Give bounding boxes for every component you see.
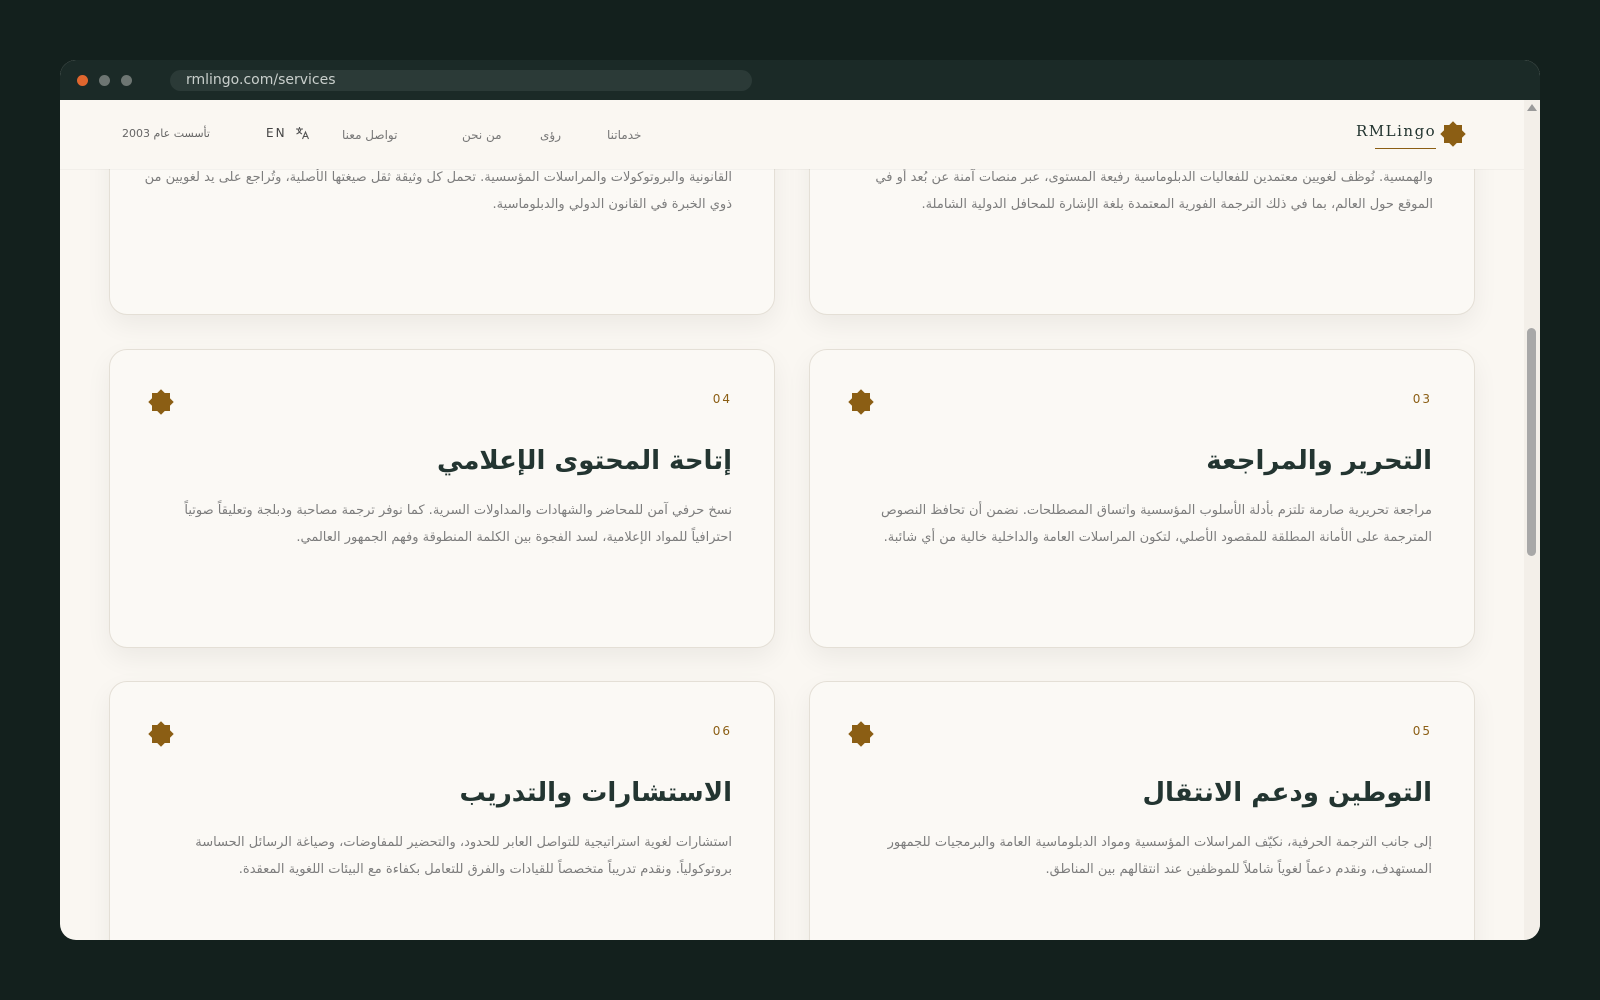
eight-point-star-icon: [848, 721, 874, 747]
nav-link-about[interactable]: من نحن: [462, 128, 502, 142]
page-viewport: RMLingo خدماتنا رؤى من نحن تواصل معنا EN…: [60, 100, 1524, 940]
scroll-up-arrow-icon[interactable]: [1527, 104, 1537, 111]
service-card-03[interactable]: 03 التحرير والمراجعة مراجعة تحريرية صارم…: [809, 349, 1475, 648]
brand-logo[interactable]: RMLingo: [1356, 120, 1468, 150]
service-description: استشارات لغوية استراتيجية للتواصل العابر…: [195, 835, 732, 877]
nav-link-insights[interactable]: رؤى: [540, 128, 561, 142]
browser-window: rmlingo.com/services RMLingo خدماتنا رؤى…: [60, 60, 1540, 940]
service-number: 05: [1412, 724, 1432, 738]
service-description: والهمسية. نُوظف لغويين معتمدين للفعاليات…: [875, 170, 1433, 212]
service-card-06[interactable]: 06 الاستشارات والتدريب استشارات لغوية اس…: [109, 681, 775, 940]
translate-icon[interactable]: [295, 126, 309, 140]
service-title: التحرير والمراجعة: [1206, 446, 1432, 476]
close-window-button[interactable]: [77, 75, 88, 86]
service-title: التوطين ودعم الانتقال: [1142, 778, 1432, 808]
eight-point-star-icon: [848, 389, 874, 415]
service-number: 04: [712, 392, 732, 406]
service-card-04[interactable]: 04 إتاحة المحتوى الإعلامي نسخ حرفي آمن ل…: [109, 349, 775, 648]
minimize-window-button[interactable]: [99, 75, 110, 86]
maximize-window-button[interactable]: [121, 75, 132, 86]
nav-link-contact[interactable]: تواصل معنا: [342, 128, 397, 142]
service-description: مراجعة تحريرية صارمة تلتزم بأدلة الأسلوب…: [880, 503, 1432, 545]
vertical-scrollbar[interactable]: [1524, 100, 1540, 940]
brand-name: RMLingo: [1356, 122, 1437, 140]
service-description: القانونية والبروتوكولات والمراسلات المؤس…: [144, 170, 732, 212]
service-number: 03: [1412, 392, 1432, 406]
language-toggle[interactable]: EN: [266, 126, 287, 140]
eight-point-star-icon: [148, 721, 174, 747]
scrollbar-thumb[interactable]: [1527, 328, 1536, 556]
service-number: 06: [712, 724, 732, 738]
founded-label: تأسست عام 2003: [122, 127, 210, 140]
service-title: إتاحة المحتوى الإعلامي: [437, 446, 732, 476]
service-card-05[interactable]: 05 التوطين ودعم الانتقال إلى جانب الترجم…: [809, 681, 1475, 940]
service-title: الاستشارات والتدريب: [459, 778, 732, 808]
service-description: إلى جانب الترجمة الحرفية، نكيّف المراسلا…: [887, 835, 1432, 877]
nav-link-services[interactable]: خدماتنا: [607, 128, 641, 142]
service-description: نسخ حرفي آمن للمحاضر والشهادات والمداولا…: [184, 503, 732, 545]
eight-point-star-icon: [148, 389, 174, 415]
brand-underline: [1375, 148, 1436, 149]
site-header: RMLingo خدماتنا رؤى من نحن تواصل معنا EN…: [60, 100, 1524, 169]
browser-titlebar: rmlingo.com/services: [60, 60, 1540, 100]
address-bar[interactable]: rmlingo.com/services: [170, 70, 752, 91]
